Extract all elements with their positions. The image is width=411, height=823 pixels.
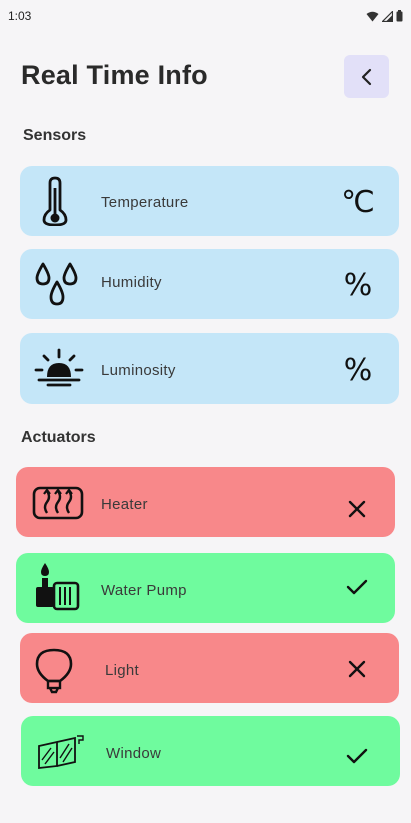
actuator-label-heater: Heater bbox=[101, 496, 148, 513]
sensor-value-luminosity: % bbox=[343, 352, 373, 388]
sensor-card-temperature[interactable]: Temperature ℃ bbox=[20, 166, 399, 236]
actuator-label-light: Light bbox=[105, 662, 140, 679]
sensor-label-temperature: Temperature bbox=[101, 194, 189, 211]
sensors-section-title: Sensors bbox=[23, 127, 87, 144]
actuator-label-window: Window bbox=[106, 745, 162, 762]
signal-icon bbox=[382, 10, 393, 22]
sensor-label-humidity: Humidity bbox=[101, 274, 162, 291]
actuator-label-water-pump: Water Pump bbox=[101, 582, 187, 599]
lightbulb-icon bbox=[34, 647, 74, 695]
x-icon bbox=[345, 497, 369, 521]
window-icon bbox=[37, 734, 85, 772]
page-title: Real Time Info bbox=[21, 60, 208, 90]
actuators-section-title: Actuators bbox=[21, 429, 96, 446]
actuator-card-water-pump[interactable]: Water Pump bbox=[16, 553, 395, 623]
thermometer-icon bbox=[38, 176, 72, 226]
sunrise-icon bbox=[34, 347, 84, 387]
back-button[interactable] bbox=[344, 55, 389, 98]
chevron-left-icon bbox=[361, 68, 371, 85]
sensor-card-luminosity[interactable]: Luminosity % bbox=[20, 333, 399, 404]
check-icon bbox=[345, 744, 369, 768]
droplets-icon bbox=[34, 261, 80, 307]
status-time: 1:03 bbox=[8, 9, 32, 23]
battery-icon bbox=[396, 10, 403, 22]
heater-icon bbox=[32, 485, 84, 525]
check-icon bbox=[345, 575, 369, 599]
actuator-card-heater[interactable]: Heater bbox=[16, 467, 395, 537]
actuator-card-light[interactable]: Light bbox=[20, 633, 399, 703]
sensor-label-luminosity: Luminosity bbox=[101, 362, 176, 379]
x-icon bbox=[345, 657, 369, 681]
wifi-icon bbox=[366, 11, 379, 21]
water-pump-icon bbox=[34, 561, 82, 611]
status-bar: 1:03 bbox=[0, 0, 411, 32]
sensor-value-temperature: ℃ bbox=[341, 184, 375, 220]
sensor-card-humidity[interactable]: Humidity % bbox=[20, 249, 399, 319]
actuator-card-window[interactable]: Window bbox=[21, 716, 400, 786]
sensor-value-humidity: % bbox=[343, 267, 373, 303]
status-icons bbox=[366, 10, 403, 22]
